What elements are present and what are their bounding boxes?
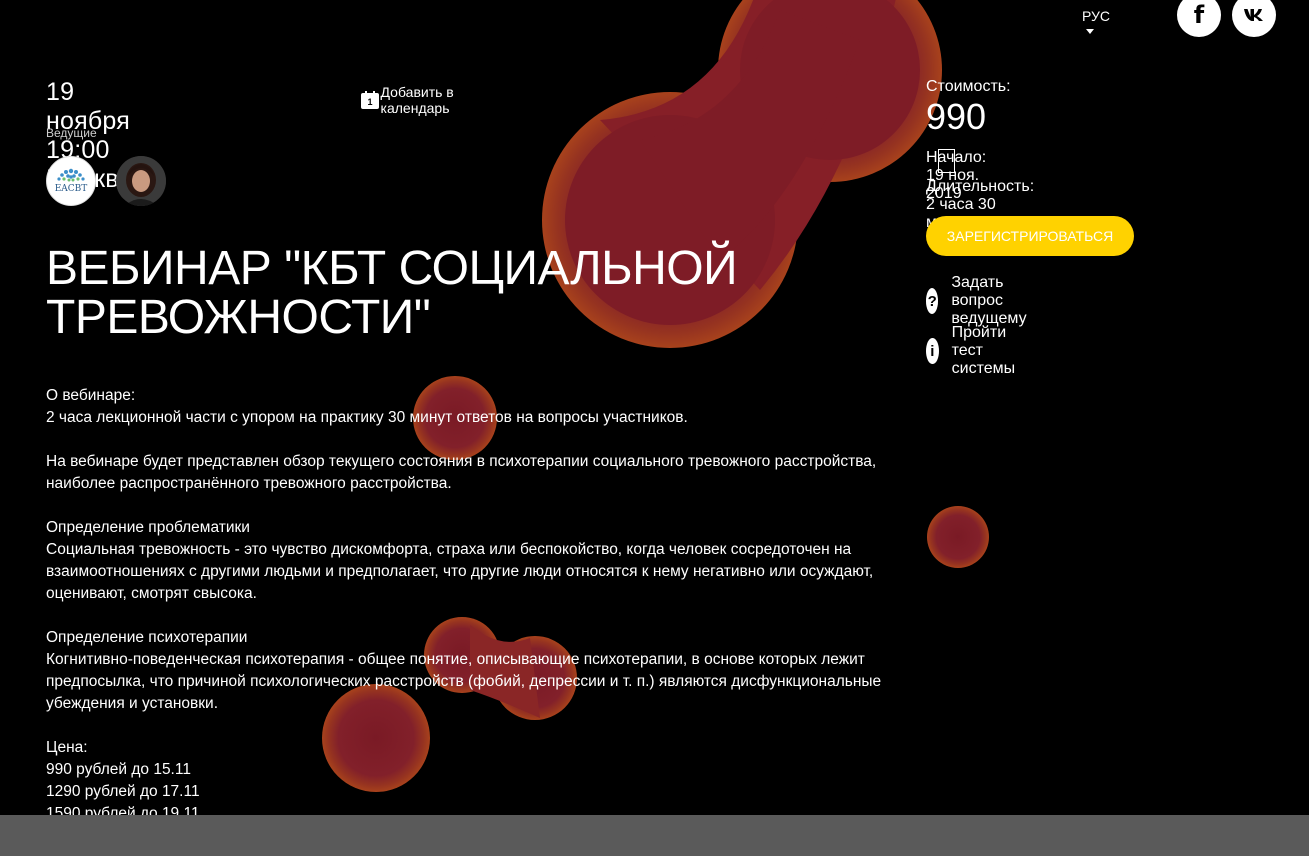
- price-item: 990 рублей до 15.11: [46, 761, 191, 778]
- problem-heading: Определение проблематики: [46, 519, 250, 536]
- about-heading: О вебинаре:: [46, 387, 136, 404]
- hosts-label: Ведущие: [46, 126, 97, 140]
- language-label: РУС: [1082, 8, 1111, 24]
- cost-label: Стоимость:: [926, 78, 1011, 95]
- therapy-heading: Определение психотерапии: [46, 629, 248, 646]
- system-test-link[interactable]: i Пройти тест системы: [926, 324, 1028, 378]
- add-to-calendar-link[interactable]: 1 Добавить в календарь: [361, 84, 458, 116]
- host-photo: [116, 156, 166, 206]
- vk-icon: [1244, 9, 1263, 21]
- register-button[interactable]: ЗАРЕГИСТРИРОВАТЬСЯ: [926, 216, 1134, 256]
- bottom-bar: [0, 815, 1309, 856]
- eacbt-logo-icon: [57, 168, 85, 182]
- host-logo-text: EACBT: [54, 184, 88, 194]
- info-icon: i: [926, 338, 939, 364]
- problem-text: Социальная тревожность - это чувство дис…: [46, 541, 874, 602]
- overview-text: На вебинаре будет представлен обзор теку…: [46, 453, 877, 492]
- system-test-label: Пройти тест системы: [951, 324, 1016, 377]
- ask-question-label: Задать вопрос ведущему: [951, 274, 1027, 327]
- host-avatar-person[interactable]: [116, 156, 166, 206]
- about-text: 2 часа лекционной части с упором на прак…: [46, 409, 688, 426]
- host-avatar-organization[interactable]: EACBT: [46, 156, 96, 206]
- add-to-calendar-label: Добавить в календарь: [380, 84, 454, 116]
- question-icon: ?: [926, 288, 939, 314]
- cost-amount: 990: [926, 96, 987, 137]
- language-selector[interactable]: РУС: [1082, 8, 1110, 40]
- event-description: О вебинаре: 2 часа лекционной части с уп…: [46, 385, 896, 825]
- event-title: ВЕБИНАР "КБТ СОЦИАЛЬНОЙ ТРЕВОЖНОСТИ": [46, 242, 738, 344]
- vk-button[interactable]: [1232, 0, 1276, 37]
- calendar-icon: 1: [361, 91, 379, 109]
- facebook-icon: f: [1193, 1, 1205, 29]
- facebook-button[interactable]: f: [1177, 0, 1221, 37]
- ask-question-link[interactable]: ? Задать вопрос ведущему: [926, 274, 1040, 328]
- small-blob: [927, 506, 989, 568]
- chevron-down-icon: [1086, 28, 1094, 34]
- therapy-text: Когнитивно-поведенческая психотерапия - …: [46, 651, 882, 712]
- price-item: 1290 рублей до 17.11: [46, 783, 200, 800]
- price-heading: Цена:: [46, 739, 88, 756]
